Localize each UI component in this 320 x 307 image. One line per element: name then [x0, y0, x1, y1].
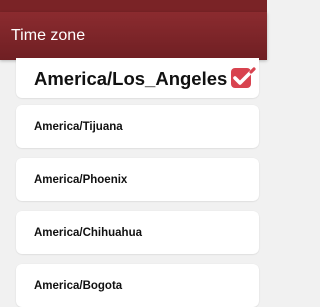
timezone-label: America/Bogota — [34, 280, 123, 292]
page-title: Time zone — [11, 27, 86, 44]
timezone-item-selected[interactable]: America/Los_Angeles — [16, 58, 259, 98]
timezone-label: America/Phoenix — [34, 174, 128, 186]
timezone-item[interactable]: America/Bogota — [16, 264, 259, 307]
status-bar — [0, 0, 267, 12]
timezone-label: America/Tijuana — [34, 121, 123, 133]
timezone-item[interactable]: America/Chihuahua — [16, 211, 259, 254]
timezone-item[interactable]: America/Tijuana — [16, 105, 259, 148]
checkbox-checked-icon — [231, 67, 256, 88]
timezone-label: America/Los_Angeles — [34, 68, 228, 89]
timezone-label: America/Chihuahua — [34, 227, 142, 239]
app-bar: Time zone — [0, 12, 267, 60]
timezone-item[interactable]: America/Phoenix — [16, 158, 259, 201]
